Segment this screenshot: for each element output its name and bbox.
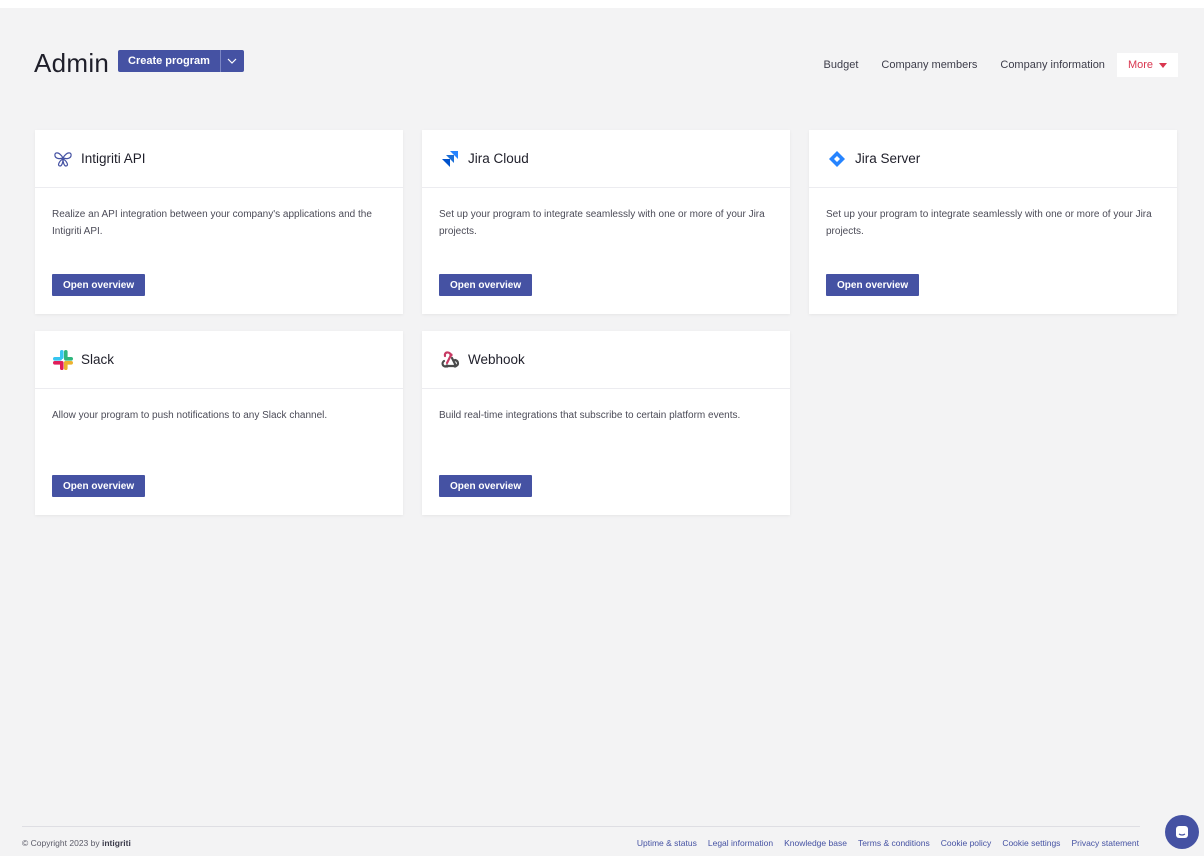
card-header: Jira Server xyxy=(809,130,1177,188)
jira-cloud-icon xyxy=(438,147,462,171)
copyright-brand[interactable]: intigriti xyxy=(102,838,131,848)
integration-card-jira-cloud: Jira Cloud Set up your program to integr… xyxy=(422,130,790,314)
page-header: Admin Create program Budget Company memb… xyxy=(34,46,1178,82)
card-description: Realize an API integration between your … xyxy=(52,209,372,237)
open-overview-button[interactable]: Open overview xyxy=(439,274,533,296)
nav-budget[interactable]: Budget xyxy=(824,59,859,71)
integration-card-jira-server: Jira Server Set up your program to integ… xyxy=(809,130,1177,314)
footer-link-knowledge-base[interactable]: Knowledge base xyxy=(784,838,847,848)
chat-icon xyxy=(1176,826,1188,838)
card-title: Jira Server xyxy=(855,151,921,166)
copyright-text: © Copyright 2023 by xyxy=(22,838,100,848)
integration-card-intigriti-api: Intigriti API Realize an API integration… xyxy=(35,130,403,314)
card-header: Jira Cloud xyxy=(422,130,790,188)
footer-link-cookie-settings[interactable]: Cookie settings xyxy=(1002,838,1060,848)
caret-down-icon xyxy=(1159,62,1167,68)
card-description: Allow your program to push notifications… xyxy=(52,410,328,421)
footer-divider xyxy=(22,826,1140,827)
create-program-dropdown-toggle[interactable] xyxy=(219,50,244,72)
intigriti-logo-icon xyxy=(51,147,75,171)
card-description: Set up your program to integrate seamles… xyxy=(439,209,765,237)
footer-link-cookie-policy[interactable]: Cookie policy xyxy=(941,838,992,848)
card-header: Intigriti API xyxy=(35,130,403,188)
jira-server-icon xyxy=(825,147,849,171)
footer-link-privacy-statement[interactable]: Privacy statement xyxy=(1071,838,1139,848)
footer-links: Uptime & status Legal information Knowle… xyxy=(626,838,1139,848)
top-strip xyxy=(0,0,1204,8)
nav-company-members[interactable]: Company members xyxy=(881,59,977,71)
card-description: Set up your program to integrate seamles… xyxy=(826,209,1152,237)
open-overview-button[interactable]: Open overview xyxy=(52,475,146,497)
open-overview-button[interactable]: Open overview xyxy=(439,475,533,497)
footer-link-uptime-status[interactable]: Uptime & status xyxy=(637,838,697,848)
card-title: Jira Cloud xyxy=(468,151,529,166)
copyright: © Copyright 2023 by intigriti xyxy=(22,838,131,848)
card-description: Build real-time integrations that subscr… xyxy=(439,410,741,421)
more-label: More xyxy=(1127,59,1153,71)
slack-icon xyxy=(51,348,75,372)
open-overview-button[interactable]: Open overview xyxy=(826,274,920,296)
create-program-group: Create program xyxy=(118,50,244,72)
webhook-icon xyxy=(438,348,462,372)
card-title: Slack xyxy=(81,352,115,367)
card-title: Intigriti API xyxy=(81,151,146,166)
card-header: Webhook xyxy=(422,331,790,389)
chat-launcher-button[interactable] xyxy=(1165,815,1199,849)
integration-card-slack: Slack Allow your program to push notific… xyxy=(35,331,403,515)
create-program-button[interactable]: Create program xyxy=(118,50,220,72)
footer-link-terms-conditions[interactable]: Terms & conditions xyxy=(858,838,930,848)
open-overview-button[interactable]: Open overview xyxy=(52,274,146,296)
nav-company-information[interactable]: Company information xyxy=(1000,59,1105,71)
admin-nav: Budget Company members Company informati… xyxy=(801,53,1178,77)
chevron-down-icon xyxy=(227,58,237,64)
integration-card-webhook: Webhook Build real-time integrations tha… xyxy=(422,331,790,515)
card-title: Webhook xyxy=(468,352,525,367)
card-header: Slack xyxy=(35,331,403,389)
more-menu-button[interactable]: More xyxy=(1116,53,1178,77)
footer-link-legal-information[interactable]: Legal information xyxy=(708,838,773,848)
page-title: Admin xyxy=(34,48,110,78)
